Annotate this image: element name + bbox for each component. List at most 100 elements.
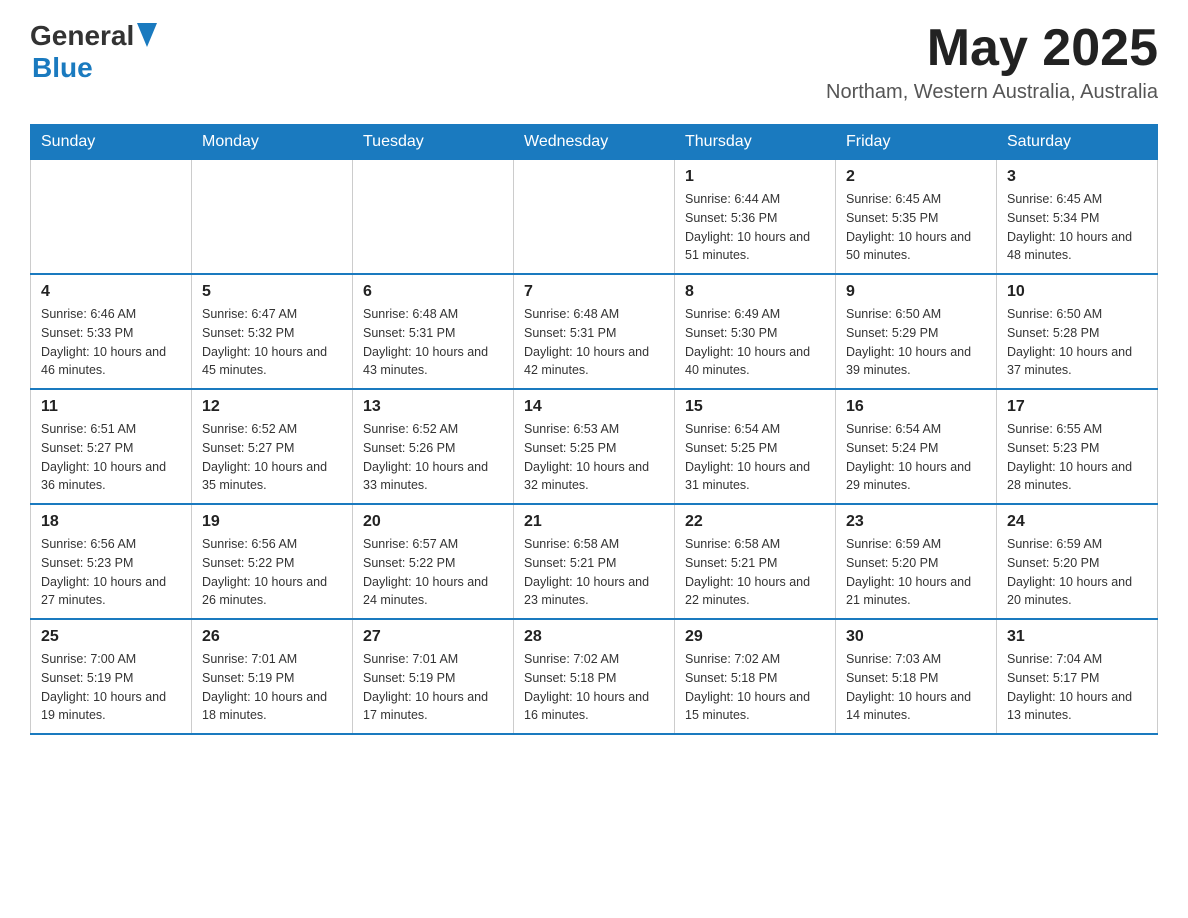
day-number: 26 <box>202 628 342 646</box>
logo-general: General <box>30 20 134 52</box>
calendar-cell: 1Sunrise: 6:44 AMSunset: 5:36 PMDaylight… <box>675 160 836 275</box>
day-number: 25 <box>41 628 181 646</box>
day-info: Sunrise: 6:54 AMSunset: 5:24 PMDaylight:… <box>846 420 986 495</box>
weekday-header-sunday: Sunday <box>31 125 192 160</box>
calendar-cell: 10 Sunrise: 6:50 AMSunset: 5:28 PMDayligh… <box>997 274 1158 389</box>
day-info: Sunrise: 6:46 AMSunset: 5:33 PMDaylight:… <box>41 305 181 380</box>
day-info: Sunrise: 6:52 AMSunset: 5:26 PMDaylight:… <box>363 420 503 495</box>
day-info: Sunrise: 6:49 AMSunset: 5:30 PMDaylight:… <box>685 305 825 380</box>
day-number: 28 <box>524 628 664 646</box>
weekday-header-friday: Friday <box>836 125 997 160</box>
calendar-cell: 16Sunrise: 6:54 AMSunset: 5:24 PMDayligh… <box>836 389 997 504</box>
calendar-cell: 13 Sunrise: 6:52 AMSunset: 5:26 PMDayligh… <box>353 389 514 504</box>
day-info: Sunrise: 6:48 AMSunset: 5:31 PMDaylight:… <box>524 305 664 380</box>
calendar-cell: 27Sunrise: 7:01 AMSunset: 5:19 PMDayligh… <box>353 619 514 734</box>
logo-triangle-icon <box>137 23 157 47</box>
day-info: Sunrise: 6:51 AMSunset: 5:27 PMDaylight:… <box>41 420 181 495</box>
day-info: Sunrise: 6:50 AMSunset: 5:29 PMDaylight:… <box>846 305 986 380</box>
weekday-header-monday: Monday <box>192 125 353 160</box>
day-number: 4 <box>41 283 181 301</box>
calendar-cell: 21Sunrise: 6:58 AMSunset: 5:21 PMDayligh… <box>514 504 675 619</box>
calendar-cell: 23 Sunrise: 6:59 AMSunset: 5:20 PMDayligh… <box>836 504 997 619</box>
calendar-cell: 20 Sunrise: 6:57 AMSunset: 5:22 PMDayligh… <box>353 504 514 619</box>
day-number: 14 <box>524 398 664 416</box>
day-info: Sunrise: 6:50 AMSunset: 5:28 PMDaylight:… <box>1007 305 1147 380</box>
day-number: 15 <box>685 398 825 416</box>
calendar-cell: 22 Sunrise: 6:58 AMSunset: 5:21 PMDayligh… <box>675 504 836 619</box>
day-info: Sunrise: 6:58 AMSunset: 5:21 PMDaylight:… <box>685 535 825 610</box>
calendar-cell <box>514 160 675 275</box>
day-info: Sunrise: 6:45 AMSunset: 5:34 PMDaylight:… <box>1007 190 1147 265</box>
day-info: Sunrise: 6:59 AMSunset: 5:20 PMDaylight:… <box>846 535 986 610</box>
calendar-cell: 2 Sunrise: 6:45 AMSunset: 5:35 PMDaylight… <box>836 160 997 275</box>
calendar-cell: 15Sunrise: 6:54 AMSunset: 5:25 PMDayligh… <box>675 389 836 504</box>
week-row-5: 25 Sunrise: 7:00 AMSunset: 5:19 PMDayligh… <box>31 619 1158 734</box>
calendar-cell: 9 Sunrise: 6:50 AMSunset: 5:29 PMDaylight… <box>836 274 997 389</box>
weekday-header-thursday: Thursday <box>675 125 836 160</box>
calendar-cell: 5 Sunrise: 6:47 AMSunset: 5:32 PMDaylight… <box>192 274 353 389</box>
calendar-header: SundayMondayTuesdayWednesdayThursdayFrid… <box>31 125 1158 160</box>
calendar-table: SundayMondayTuesdayWednesdayThursdayFrid… <box>30 124 1158 735</box>
day-number: 10 <box>1007 283 1147 301</box>
month-year-title: May 2025 <box>826 20 1158 77</box>
calendar-cell: 4 Sunrise: 6:46 AMSunset: 5:33 PMDaylight… <box>31 274 192 389</box>
day-info: Sunrise: 7:00 AMSunset: 5:19 PMDaylight:… <box>41 650 181 725</box>
day-number: 12 <box>202 398 342 416</box>
day-info: Sunrise: 7:02 AMSunset: 5:18 PMDaylight:… <box>685 650 825 725</box>
day-info: Sunrise: 6:56 AMSunset: 5:22 PMDaylight:… <box>202 535 342 610</box>
day-number: 30 <box>846 628 986 646</box>
weekday-header-row: SundayMondayTuesdayWednesdayThursdayFrid… <box>31 125 1158 160</box>
calendar-cell: 17 Sunrise: 6:55 AMSunset: 5:23 PMDayligh… <box>997 389 1158 504</box>
weekday-header-tuesday: Tuesday <box>353 125 514 160</box>
day-info: Sunrise: 6:47 AMSunset: 5:32 PMDaylight:… <box>202 305 342 380</box>
title-block: May 2025 Northam, Western Australia, Aus… <box>826 20 1158 104</box>
day-number: 22 <box>685 513 825 531</box>
calendar-cell: 14Sunrise: 6:53 AMSunset: 5:25 PMDayligh… <box>514 389 675 504</box>
day-number: 24 <box>1007 513 1147 531</box>
day-info: Sunrise: 7:01 AMSunset: 5:19 PMDaylight:… <box>202 650 342 725</box>
day-number: 21 <box>524 513 664 531</box>
location-subtitle: Northam, Western Australia, Australia <box>826 81 1158 104</box>
day-number: 8 <box>685 283 825 301</box>
calendar-cell <box>31 160 192 275</box>
calendar-cell: 19 Sunrise: 6:56 AMSunset: 5:22 PMDayligh… <box>192 504 353 619</box>
week-row-3: 11 Sunrise: 6:51 AMSunset: 5:27 PMDayligh… <box>31 389 1158 504</box>
calendar-cell: 12Sunrise: 6:52 AMSunset: 5:27 PMDayligh… <box>192 389 353 504</box>
calendar-cell: 24 Sunrise: 6:59 AMSunset: 5:20 PMDayligh… <box>997 504 1158 619</box>
calendar-cell <box>353 160 514 275</box>
day-info: Sunrise: 6:57 AMSunset: 5:22 PMDaylight:… <box>363 535 503 610</box>
logo-blue: Blue <box>30 52 157 84</box>
calendar-cell: 6Sunrise: 6:48 AMSunset: 5:31 PMDaylight… <box>353 274 514 389</box>
weekday-header-saturday: Saturday <box>997 125 1158 160</box>
day-number: 18 <box>41 513 181 531</box>
day-number: 3 <box>1007 168 1147 186</box>
calendar-cell: 7 Sunrise: 6:48 AMSunset: 5:31 PMDaylight… <box>514 274 675 389</box>
day-info: Sunrise: 7:03 AMSunset: 5:18 PMDaylight:… <box>846 650 986 725</box>
calendar-cell <box>192 160 353 275</box>
calendar-cell: 26 Sunrise: 7:01 AMSunset: 5:19 PMDayligh… <box>192 619 353 734</box>
day-number: 2 <box>846 168 986 186</box>
page-header: General Blue May 2025 Northam, Western A… <box>30 20 1158 104</box>
calendar-cell: 31Sunrise: 7:04 AMSunset: 5:17 PMDayligh… <box>997 619 1158 734</box>
day-info: Sunrise: 6:44 AMSunset: 5:36 PMDaylight:… <box>685 190 825 265</box>
day-number: 7 <box>524 283 664 301</box>
calendar-cell: 11 Sunrise: 6:51 AMSunset: 5:27 PMDayligh… <box>31 389 192 504</box>
day-info: Sunrise: 6:45 AMSunset: 5:35 PMDaylight:… <box>846 190 986 265</box>
day-number: 17 <box>1007 398 1147 416</box>
calendar-cell: 25 Sunrise: 7:00 AMSunset: 5:19 PMDayligh… <box>31 619 192 734</box>
day-number: 9 <box>846 283 986 301</box>
day-info: Sunrise: 7:02 AMSunset: 5:18 PMDaylight:… <box>524 650 664 725</box>
day-number: 11 <box>41 398 181 416</box>
day-number: 5 <box>202 283 342 301</box>
day-info: Sunrise: 6:55 AMSunset: 5:23 PMDaylight:… <box>1007 420 1147 495</box>
calendar-cell: 8 Sunrise: 6:49 AMSunset: 5:30 PMDaylight… <box>675 274 836 389</box>
day-number: 13 <box>363 398 503 416</box>
week-row-1: 1Sunrise: 6:44 AMSunset: 5:36 PMDaylight… <box>31 160 1158 275</box>
day-number: 19 <box>202 513 342 531</box>
day-number: 23 <box>846 513 986 531</box>
day-info: Sunrise: 6:59 AMSunset: 5:20 PMDaylight:… <box>1007 535 1147 610</box>
week-row-4: 18Sunrise: 6:56 AMSunset: 5:23 PMDayligh… <box>31 504 1158 619</box>
day-number: 20 <box>363 513 503 531</box>
day-number: 29 <box>685 628 825 646</box>
day-number: 6 <box>363 283 503 301</box>
